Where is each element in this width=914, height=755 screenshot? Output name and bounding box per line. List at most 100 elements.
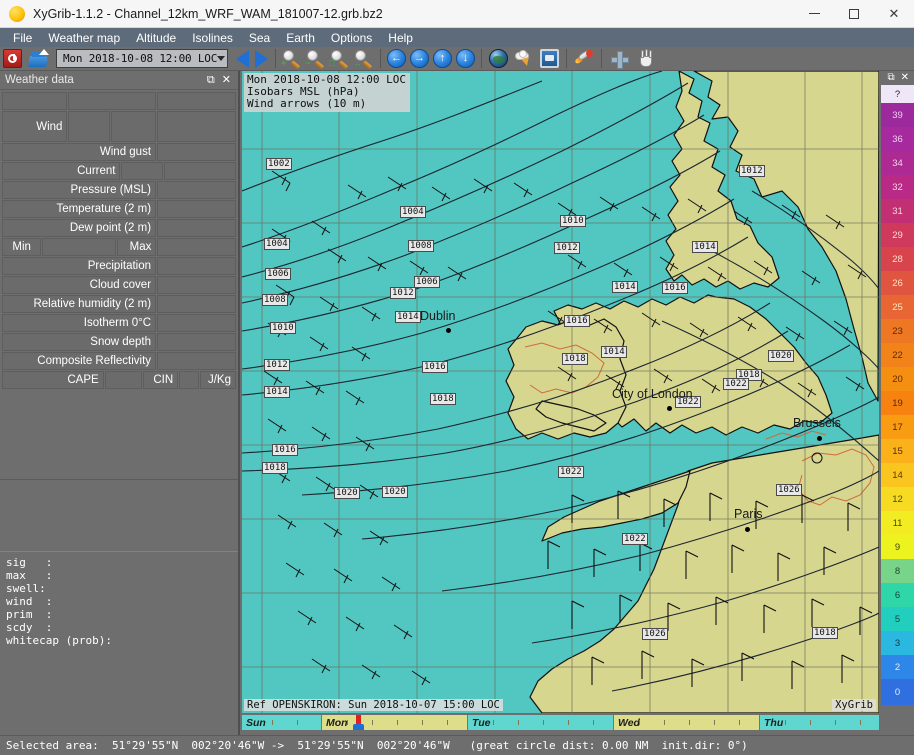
globe-icon[interactable] — [489, 49, 508, 68]
label-snow-depth: Snow depth — [2, 333, 157, 351]
zoom-out-icon[interactable]: − — [304, 49, 328, 69]
scale-band: 31 — [881, 199, 914, 223]
value-cape — [104, 371, 142, 389]
value-wind-extra — [156, 111, 236, 142]
isobar-label: 1016 — [662, 282, 688, 294]
scale-band: 32 — [881, 175, 914, 199]
map-reference-label: Ref OPENSKIRON: Sun 2018-10-07 15:00 LOC — [244, 699, 503, 711]
scale-band: 20 — [881, 367, 914, 391]
label-cin: CIN — [142, 371, 179, 389]
color-scale-bands: ? 39 36 34 32 31 29 28 26 25 23 22 20 19… — [881, 85, 914, 705]
toolbar-separator — [275, 49, 276, 68]
table-row-relative-humidity: Relative humidity (2 m) — [2, 295, 236, 313]
xygrib-window: XyGrib-1.1.2 - Channel_12km_WRF_WAM_1810… — [0, 0, 914, 755]
close-icon[interactable]: ✕ — [222, 74, 231, 86]
isobar-label: 1026 — [776, 484, 802, 496]
scale-band: 11 — [881, 511, 914, 535]
zoom-in-icon[interactable]: + — [280, 49, 304, 69]
close-button[interactable]: ✕ — [874, 0, 914, 28]
zoom-all-icon[interactable]: ↔ — [352, 49, 376, 69]
menu-altitude[interactable]: Altitude — [128, 29, 184, 47]
scale-band: 23 — [881, 319, 914, 343]
wave-swell: swell: — [6, 582, 46, 595]
value-cin — [179, 371, 199, 389]
value-relative-humidity — [157, 295, 236, 313]
menu-isolines[interactable]: Isolines — [184, 29, 241, 47]
scale-band: 3 — [881, 631, 914, 655]
isobar-label: 1020 — [334, 487, 360, 499]
timeline-ticks — [242, 715, 879, 730]
isobar-label: 1008 — [408, 240, 434, 252]
open-file-icon[interactable] — [28, 48, 50, 68]
toolbar-separator — [566, 49, 567, 68]
city-dot-dublin — [446, 328, 451, 333]
pan-left-icon[interactable]: ← — [387, 49, 406, 68]
scale-band: 9 — [881, 535, 914, 559]
close-icon[interactable]: ✕ — [901, 73, 909, 83]
label-current: Current — [2, 162, 121, 180]
wave-scdy: scdy : — [6, 621, 53, 634]
pan-hand-icon[interactable] — [635, 49, 657, 68]
menu-file[interactable]: File — [5, 29, 40, 47]
header-cell-dir — [68, 92, 156, 110]
forecast-date-select[interactable]: Mon 2018-10-08 12:00 LOC — [56, 49, 228, 68]
crosshair-pointer-icon[interactable] — [609, 49, 629, 69]
cloud-lightning-icon[interactable] — [513, 49, 535, 68]
city-label-london: City of London — [612, 387, 693, 401]
scale-band: 39 — [881, 103, 914, 127]
scale-band: 22 — [881, 343, 914, 367]
scale-band: 0 — [881, 679, 914, 705]
pan-right-icon[interactable]: → — [410, 49, 429, 68]
isobar-label: 1022 — [723, 378, 749, 390]
isobar-label: 1018 — [430, 393, 456, 405]
timeline-handle[interactable] — [353, 724, 364, 730]
value-isotherm — [157, 314, 236, 332]
isobar-label: 1020 — [382, 486, 408, 498]
isobar-label: 1008 — [262, 294, 288, 306]
table-row-pressure: Pressure (MSL) — [2, 181, 236, 199]
value-max — [157, 238, 236, 256]
label-pressure: Pressure (MSL) — [2, 181, 157, 199]
overlay-wind: Wind arrows (10 m) — [247, 97, 367, 110]
pan-up-icon[interactable]: ↑ — [433, 49, 452, 68]
scale-band: 5 — [881, 607, 914, 631]
value-precipitation — [157, 257, 236, 275]
scale-band: 28 — [881, 247, 914, 271]
pan-down-icon[interactable]: ↓ — [456, 49, 475, 68]
menu-weather-map[interactable]: Weather map — [40, 29, 128, 47]
menu-options[interactable]: Options — [323, 29, 380, 47]
timeline-days[interactable]: Sun Mon Tue Wed Thu Fri — [242, 715, 879, 730]
stop-icon[interactable] — [3, 49, 22, 68]
zoom-selection-icon[interactable]: □ — [328, 49, 352, 69]
isobar-label: 1012 — [739, 165, 765, 177]
satellite-view-icon[interactable] — [540, 49, 559, 68]
previous-forecast-icon[interactable] — [236, 49, 249, 68]
menu-earth[interactable]: Earth — [278, 29, 323, 47]
next-forecast-icon[interactable] — [255, 49, 268, 68]
scale-band: 15 — [881, 439, 914, 463]
scale-band: 25 — [881, 295, 914, 319]
undock-icon[interactable]: ⧉ — [887, 73, 894, 83]
menu-sea[interactable]: Sea — [241, 29, 278, 47]
scale-band: 17 — [881, 415, 914, 439]
color-scale-panel: ⧉ ✕ ? 39 36 34 32 31 29 28 26 25 23 22 2… — [881, 71, 914, 713]
table-row-composite-reflectivity: Composite Reflectivity — [2, 352, 236, 370]
scale-band: 12 — [881, 487, 914, 511]
value-dew-point — [157, 219, 236, 237]
maximize-button[interactable] — [834, 0, 874, 28]
minimize-button[interactable] — [794, 0, 834, 28]
forecast-timeline[interactable]: Sun Mon Tue Wed Thu Fri — [242, 713, 879, 735]
weather-map-canvas[interactable]: 1002 1004 1006 1008 1010 1012 1014 1016 … — [242, 71, 879, 713]
wave-prim: prim : — [6, 608, 53, 621]
weather-data-title: Weather data — [5, 74, 74, 86]
rocket-icon[interactable] — [573, 48, 595, 68]
city-dot-brussels — [817, 436, 822, 441]
undock-icon[interactable]: ⧉ — [207, 74, 215, 86]
label-composite-reflectivity: Composite Reflectivity — [2, 352, 157, 370]
main-toolbar: Mon 2018-10-08 12:00 LOC + − □ ↔ ← → ↑ ↓ — [0, 47, 914, 71]
city-dot-london — [667, 406, 672, 411]
menu-help[interactable]: Help — [380, 29, 421, 47]
city-label-paris: Paris — [734, 507, 763, 521]
label-wind: Wind — [2, 111, 68, 142]
isobar-label: 1018 — [562, 353, 588, 365]
